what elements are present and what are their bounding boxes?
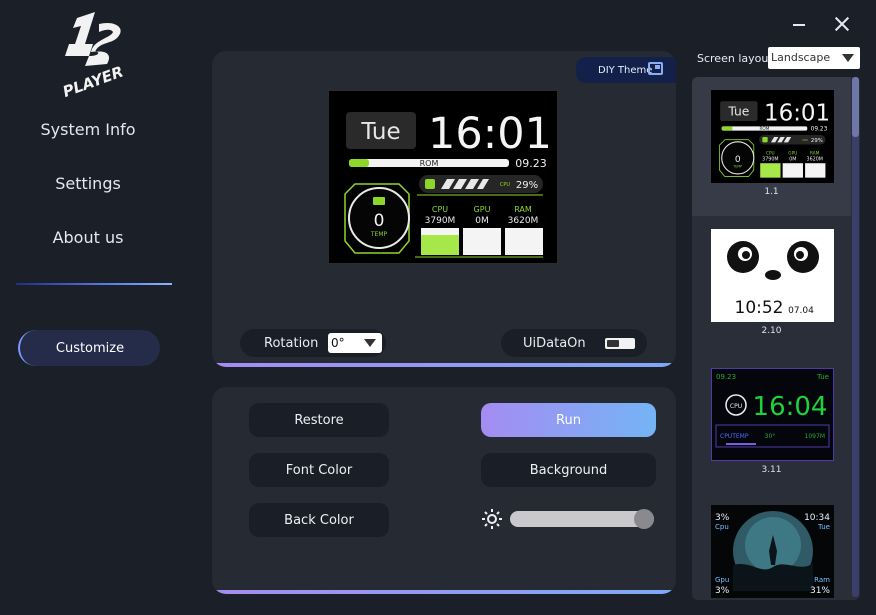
background-button[interactable]: Background bbox=[481, 453, 656, 487]
theme-item-3-11[interactable]: 09.23 Tue CPU 16:04 CPUTEMP 30° 1097M 3.… bbox=[692, 355, 851, 494]
svg-text:31%: 31% bbox=[810, 586, 830, 596]
theme-thumbnail: Tue 16:01 ROM 09.23 CPU 29% 0 TEMP CPU G… bbox=[711, 90, 834, 183]
svg-text:Tue: Tue bbox=[816, 373, 829, 381]
svg-text:0M: 0M bbox=[789, 157, 796, 163]
svg-text:CPU: CPU bbox=[766, 151, 775, 157]
svg-text:3%: 3% bbox=[715, 513, 730, 523]
svg-text:10:52: 10:52 bbox=[735, 298, 784, 318]
font-color-button[interactable]: Font Color bbox=[249, 453, 389, 487]
svg-text:09.23: 09.23 bbox=[716, 373, 736, 381]
preview-panel-underline bbox=[212, 363, 676, 367]
svg-text:3790M: 3790M bbox=[762, 157, 778, 163]
screen-layout-label: Screen layout bbox=[697, 52, 773, 65]
svg-text:Tue: Tue bbox=[727, 105, 749, 119]
svg-text:29%: 29% bbox=[811, 138, 823, 144]
diy-theme-label: DIY Theme bbox=[598, 64, 653, 76]
theme-item-4[interactable]: 3% Cpu 10:34 Tue Gpu 3% Ram 31% bbox=[692, 494, 851, 600]
screen-temp-value: 0 bbox=[374, 211, 385, 231]
sidebar-item-about-us[interactable]: About us bbox=[0, 228, 176, 247]
toggle-knob bbox=[607, 340, 619, 347]
theme-list: Tue 16:01 ROM 09.23 CPU 29% 0 TEMP CPU G… bbox=[692, 77, 860, 600]
screen-stat-cpu-label: CPU bbox=[432, 205, 448, 214]
1st-player-logo: PLAYER bbox=[60, 12, 126, 98]
svg-text:3%: 3% bbox=[715, 586, 730, 596]
svg-text:RAM: RAM bbox=[810, 151, 820, 157]
svg-text:Ram: Ram bbox=[814, 576, 830, 584]
screen-layout-select[interactable]: Landscape bbox=[768, 47, 860, 69]
theme-item-1-1[interactable]: Tue 16:01 ROM 09.23 CPU 29% 0 TEMP CPU G… bbox=[692, 77, 851, 216]
diy-theme-icon bbox=[648, 62, 663, 75]
sidebar-item-system-info[interactable]: System Info bbox=[0, 120, 176, 139]
rotation-select[interactable]: 0° bbox=[328, 333, 382, 353]
screen-stat-ram-label: RAM bbox=[514, 205, 532, 214]
screen-stat-ram-value: 3620M bbox=[508, 216, 539, 226]
theme-thumbnail: 09.23 Tue CPU 16:04 CPUTEMP 30° 1097M bbox=[711, 368, 834, 461]
rotation-control: Rotation 0° bbox=[240, 329, 386, 357]
minimize-icon[interactable] bbox=[787, 12, 811, 36]
sidebar-divider bbox=[16, 283, 172, 285]
svg-text:0: 0 bbox=[735, 155, 741, 165]
preview-panel: DIY Theme Tue 16:01 ROM 09.23 CPU 29% 0 … bbox=[212, 51, 676, 367]
brightness-icon bbox=[482, 509, 502, 529]
svg-text:16:04: 16:04 bbox=[753, 392, 828, 422]
theme-thumbnail: 10:52 07.04 bbox=[711, 229, 834, 322]
theme-3-graphic: 09.23 Tue CPU 16:04 CPUTEMP 30° 1097M bbox=[715, 373, 830, 448]
screen-cpu-percent: 29% bbox=[516, 180, 538, 191]
svg-text:30°: 30° bbox=[765, 433, 776, 440]
svg-text:16:01: 16:01 bbox=[764, 100, 830, 126]
screen-temp-label: TEMP bbox=[370, 231, 388, 238]
screen-stat-gpu-value: 0M bbox=[475, 216, 489, 226]
controls-panel: Restore Run Font Color Background Back C… bbox=[212, 387, 676, 594]
svg-text:1097M: 1097M bbox=[805, 433, 825, 440]
theme-caption: 2.10 bbox=[761, 326, 782, 336]
svg-text:ROM: ROM bbox=[759, 126, 769, 132]
controls-panel-underline bbox=[212, 590, 676, 594]
brightness-slider[interactable] bbox=[510, 511, 654, 527]
svg-text:PLAYER: PLAYER bbox=[60, 63, 125, 98]
screen-day: Tue bbox=[360, 119, 400, 145]
uidata-control: UiDataOn bbox=[501, 329, 647, 357]
theme-list-scrollbar[interactable] bbox=[852, 77, 859, 597]
theme-item-2-10[interactable]: 10:52 07.04 2.10 bbox=[692, 216, 851, 355]
screen-stat-gpu-label: GPU bbox=[474, 205, 491, 214]
screen-rom-label: ROM bbox=[420, 159, 439, 168]
svg-text:TEMP: TEMP bbox=[732, 165, 742, 169]
screen-date: 09.23 bbox=[515, 157, 547, 170]
theme-4-graphic: 3% Cpu 10:34 Tue Gpu 3% Ram 31% bbox=[715, 511, 830, 596]
theme-caption: 1.1 bbox=[764, 187, 779, 197]
uidata-toggle[interactable] bbox=[605, 338, 635, 349]
theme-thumbnail: 3% Cpu 10:34 Tue Gpu 3% Ram 31% bbox=[711, 505, 834, 598]
close-icon[interactable] bbox=[830, 12, 854, 36]
brightness-slider-knob[interactable] bbox=[633, 509, 654, 529]
sidebar-item-settings[interactable]: Settings bbox=[0, 174, 176, 193]
restore-button[interactable]: Restore bbox=[249, 403, 389, 437]
svg-text:10:34: 10:34 bbox=[804, 513, 830, 523]
rotation-label: Rotation bbox=[264, 335, 319, 351]
svg-text:Tue: Tue bbox=[817, 523, 830, 531]
uidata-label: UiDataOn bbox=[523, 335, 586, 351]
screen-stat-cpu-value: 3790M bbox=[425, 216, 456, 226]
screen-cpu-small: CPU bbox=[500, 182, 511, 188]
screen-time: 16:01 bbox=[428, 109, 552, 159]
panda-graphic: 10:52 07.04 bbox=[727, 241, 819, 318]
svg-text:CPU: CPU bbox=[730, 403, 742, 410]
customize-button[interactable]: Customize bbox=[18, 330, 160, 366]
svg-text:CPU: CPU bbox=[802, 138, 807, 142]
svg-text:07.04: 07.04 bbox=[788, 306, 814, 316]
svg-text:Gpu: Gpu bbox=[715, 576, 729, 584]
theme-thumb-graphic: Tue 16:01 ROM 09.23 CPU 29% 0 TEMP CPU G… bbox=[719, 100, 830, 178]
screen-preview-graphic: Tue 16:01 ROM 09.23 CPU 29% 0 TEMP CPU G… bbox=[344, 109, 552, 258]
svg-text:Cpu: Cpu bbox=[715, 523, 729, 531]
svg-text:09.23: 09.23 bbox=[811, 127, 828, 133]
svg-text:CPUTEMP: CPUTEMP bbox=[720, 433, 749, 440]
screen-rom-bar bbox=[349, 159, 369, 167]
theme-list-scrollbar-thumb[interactable] bbox=[852, 77, 859, 137]
run-button[interactable]: Run bbox=[481, 403, 656, 437]
svg-text:GPU: GPU bbox=[788, 151, 797, 157]
svg-text:3620M: 3620M bbox=[807, 157, 823, 163]
back-color-button[interactable]: Back Color bbox=[249, 503, 389, 537]
theme-caption: 3.11 bbox=[761, 465, 782, 475]
screen-preview: Tue 16:01 ROM 09.23 CPU 29% 0 TEMP CPU G… bbox=[328, 90, 558, 264]
